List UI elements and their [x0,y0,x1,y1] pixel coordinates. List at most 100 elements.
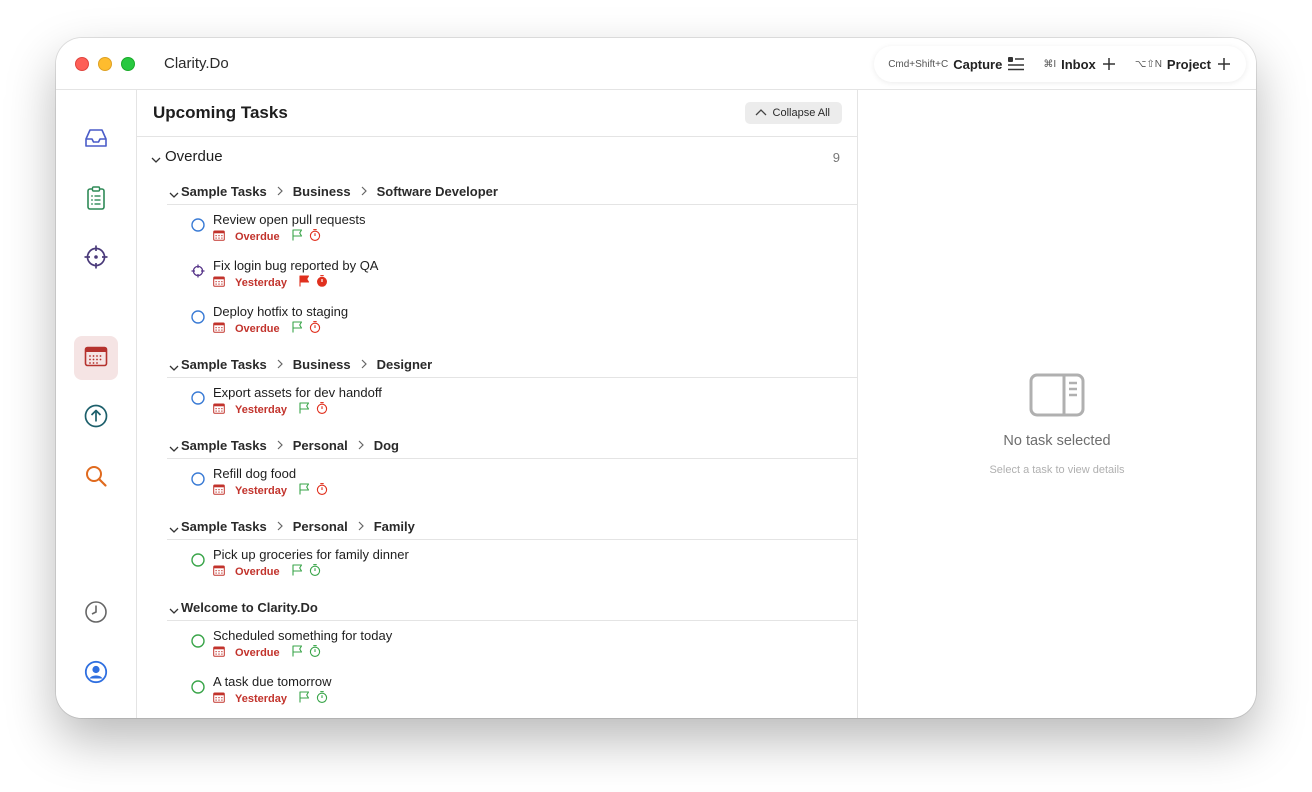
task-checkbox[interactable] [191,680,205,694]
task-item[interactable]: Deploy hotfix to staging Overdue [187,303,847,347]
breadcrumb: Welcome to Clarity.Do [181,600,318,615]
timer-icon[interactable] [309,644,321,662]
minimize-window-button[interactable] [98,57,112,71]
timer-icon[interactable] [316,482,328,500]
sidebar-item-search[interactable] [74,456,118,500]
task-item[interactable]: Review open pull requests Overdue [187,211,847,255]
timer-icon[interactable] [316,690,328,708]
flag-icon[interactable] [298,274,310,292]
breadcrumb-item[interactable]: Sample Tasks [181,438,267,453]
project-group-header[interactable]: Welcome to Clarity.Do [167,595,857,621]
capture-label: Capture [953,56,1003,72]
timer-icon[interactable] [316,274,328,292]
project-group-header[interactable]: Sample Tasks Personal Dog [167,433,857,459]
chevron-down-icon [151,151,161,169]
sidebar [56,90,137,718]
breadcrumb-item[interactable]: Personal [293,519,348,534]
task-checkbox[interactable] [191,391,205,405]
task-item[interactable]: Scheduled something for today Overdue [187,627,847,671]
timer-icon[interactable] [316,401,328,419]
clipboard-list-icon [86,185,106,216]
due-date-label: Overdue [235,566,280,578]
breadcrumb-item[interactable]: Software Developer [377,184,498,199]
flag-icon[interactable] [298,401,310,419]
breadcrumb-item[interactable]: Sample Tasks [181,184,267,199]
sidebar-item-focus[interactable] [74,237,118,281]
user-circle-icon [84,660,108,689]
breadcrumb: Sample Tasks Personal Dog [181,438,399,453]
task-meta: Overdue [213,563,321,581]
flag-icon[interactable] [298,482,310,500]
breadcrumb-item[interactable]: Welcome to Clarity.Do [181,600,318,615]
plus-icon [1101,56,1117,72]
inbox-shortcut: ⌘I [1043,58,1057,70]
calendar-icon [213,228,225,246]
project-group-header[interactable]: Sample Tasks Business Designer [167,352,857,378]
close-window-button[interactable] [75,57,89,71]
breadcrumb-item[interactable]: Sample Tasks [181,519,267,534]
calendar-icon [213,644,225,662]
flag-icon[interactable] [291,644,303,662]
empty-state-subtitle: Select a task to view details [989,464,1125,476]
breadcrumb-item[interactable]: Family [374,519,415,534]
sidebar-item-inbox[interactable] [74,118,118,162]
sidebar-item-upload[interactable] [74,396,118,440]
sidebar-item-expand[interactable] [74,706,118,718]
task-meta: Overdue [213,320,321,338]
project-group-header[interactable]: Sample Tasks Personal Family [167,514,857,540]
task-item[interactable]: Export assets for dev handoff Yesterday [187,384,847,428]
section-label: Overdue [165,148,223,165]
upcoming-tasks-panel: Upcoming Tasks Collapse All Overdue 9 Sa… [137,90,858,718]
breadcrumb-item[interactable]: Dog [374,438,399,453]
breadcrumb-item[interactable]: Sample Tasks [181,357,267,372]
task-item[interactable]: Fix login bug reported by QA Yesterday [187,257,847,301]
breadcrumb-item[interactable]: Business [293,184,351,199]
project-group-header[interactable]: Sample Tasks Business Software Developer [167,179,857,205]
collapse-all-button[interactable]: Collapse All [744,102,842,124]
calendar-icon [213,482,225,500]
sidebar-item-history[interactable] [74,592,118,636]
timer-icon[interactable] [309,320,321,338]
timer-icon[interactable] [309,228,321,246]
flag-icon[interactable] [291,320,303,338]
focus-status-icon[interactable] [191,264,205,278]
section-overdue[interactable]: Overdue 9 [137,146,857,169]
chevron-up-icon [755,107,767,119]
task-item[interactable]: A task due tomorrow Yesterday [187,673,847,717]
flag-icon[interactable] [291,228,303,246]
new-project-button[interactable]: ⌥⇧N Project [1135,56,1232,72]
empty-state-title: No task selected [1003,433,1111,449]
flag-icon[interactable] [298,690,310,708]
task-title: Review open pull requests [213,212,366,227]
task-checkbox[interactable] [191,310,205,324]
chevron-right-icon [276,357,284,372]
breadcrumb-item[interactable]: Personal [293,438,348,453]
task-checkbox[interactable] [191,218,205,232]
task-checkbox[interactable] [191,553,205,567]
due-date-label: Overdue [235,231,280,243]
task-checkbox[interactable] [191,634,205,648]
zoom-window-button[interactable] [121,57,135,71]
breadcrumb-item[interactable]: Business [293,357,351,372]
chevron-right-icon [357,519,365,534]
sidebar-item-account[interactable] [74,652,118,696]
task-title: Fix login bug reported by QA [213,258,379,273]
new-inbox-button[interactable]: ⌘I Inbox [1043,56,1116,72]
sidebar-item-upcoming[interactable] [74,336,118,380]
inbox-tray-icon [83,127,109,154]
capture-button[interactable]: Cmd+Shift+C Capture [888,56,1025,72]
flag-icon[interactable] [291,563,303,581]
chevron-right-icon [360,184,368,199]
due-date-label: Yesterday [235,404,287,416]
sidebar-item-tasks[interactable] [74,178,118,222]
search-icon [84,464,108,493]
task-item[interactable]: Pick up groceries for family dinner Overd… [187,546,847,590]
due-date-label: Yesterday [235,693,287,705]
chevron-right-icon [276,438,284,453]
task-title: Refill dog food [213,466,297,481]
task-checkbox[interactable] [191,472,205,486]
task-item[interactable]: Refill dog food Yesterday [187,465,847,509]
breadcrumb-item[interactable]: Designer [377,357,433,372]
task-title: Pick up groceries for family dinner [213,547,409,562]
timer-icon[interactable] [309,563,321,581]
